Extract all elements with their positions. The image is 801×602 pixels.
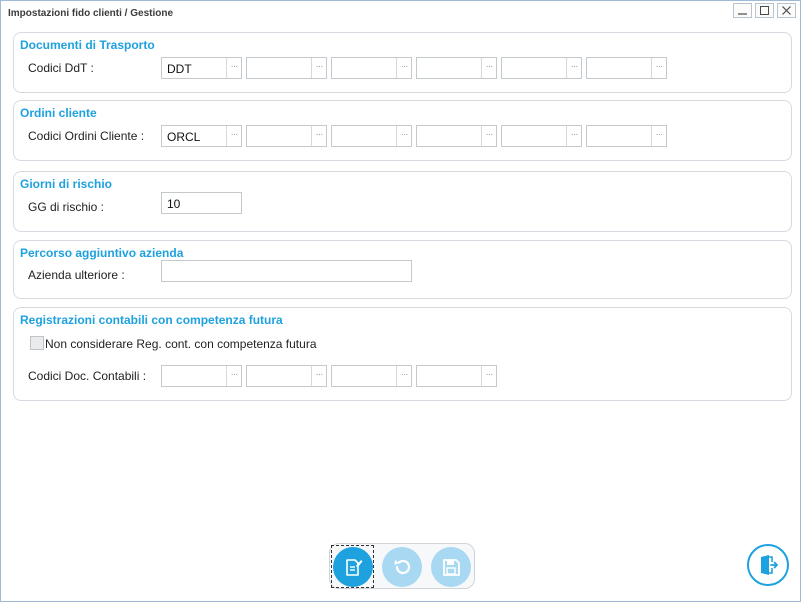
lookup-button[interactable]: ···: [651, 58, 666, 78]
order-code-value: [247, 126, 311, 146]
close-button[interactable]: [777, 3, 796, 18]
edit-document-icon: [346, 559, 363, 576]
risk-days-group-title: Giorni di rischio: [20, 177, 113, 191]
additional-company-input[interactable]: [161, 260, 412, 282]
lookup-button[interactable]: ···: [481, 366, 496, 386]
lookup-button[interactable]: ···: [226, 126, 241, 146]
accounting-code-value: [332, 366, 396, 386]
main-window: Impostazioni fido clienti / Gestione Doc…: [0, 0, 801, 602]
lookup-button[interactable]: ···: [566, 58, 581, 78]
order-code-field-5[interactable]: ···: [501, 125, 582, 147]
ignore-future-checkbox[interactable]: [30, 336, 44, 350]
lookup-button[interactable]: ···: [396, 58, 411, 78]
order-code-field-1[interactable]: ORCL ···: [161, 125, 242, 147]
minimize-icon: [738, 13, 747, 15]
ddt-code-field-2[interactable]: ···: [246, 57, 327, 79]
accounting-code-value: [417, 366, 481, 386]
orders-codes-label: Codici Ordini Cliente :: [28, 129, 145, 143]
order-code-value: [502, 126, 566, 146]
save-button[interactable]: [431, 547, 471, 587]
order-code-field-6[interactable]: ···: [586, 125, 667, 147]
orders-group: Ordini cliente Codici Ordini Cliente : O…: [13, 100, 792, 161]
minimize-button[interactable]: [733, 3, 752, 18]
close-icon: [782, 6, 791, 15]
lookup-button[interactable]: ···: [311, 366, 326, 386]
accounting-code-value: [162, 366, 226, 386]
ddt-codes-label: Codici DdT :: [28, 61, 94, 75]
lookup-button[interactable]: ···: [481, 58, 496, 78]
window-controls: [733, 3, 796, 18]
ddt-code-value: DDT: [167, 62, 192, 76]
exit-button[interactable]: [747, 544, 789, 586]
orders-group-title: Ordini cliente: [20, 106, 97, 120]
company-path-group-title: Percorso aggiuntivo azienda: [20, 246, 184, 260]
ddt-code-field-3[interactable]: ···: [331, 57, 412, 79]
order-code-field-4[interactable]: ···: [416, 125, 497, 147]
lookup-button[interactable]: ···: [396, 366, 411, 386]
undo-button[interactable]: [382, 547, 422, 587]
order-code-value: ORCL: [167, 130, 201, 144]
maximize-button[interactable]: [755, 3, 774, 18]
accounting-group: Registrazioni contabili con competenza f…: [13, 307, 792, 401]
save-icon: [443, 559, 460, 576]
lookup-button[interactable]: ···: [481, 126, 496, 146]
lookup-button[interactable]: ···: [311, 58, 326, 78]
undo-icon: [394, 559, 411, 575]
ddt-code-field-5[interactable]: ···: [501, 57, 582, 79]
lookup-button[interactable]: ···: [396, 126, 411, 146]
maximize-icon: [760, 6, 769, 15]
lookup-button[interactable]: ···: [651, 126, 666, 146]
company-path-group: Percorso aggiuntivo azienda Azienda ulte…: [13, 240, 792, 299]
ddt-code-field-4[interactable]: ···: [416, 57, 497, 79]
ddt-code-value: [587, 58, 651, 78]
ddt-code-value: [417, 58, 481, 78]
order-code-value: [417, 126, 481, 146]
order-code-value: [587, 126, 651, 146]
accounting-group-title: Registrazioni contabili con competenza f…: [20, 313, 283, 327]
title-bar[interactable]: Impostazioni fido clienti / Gestione: [1, 1, 800, 27]
ignore-future-checkbox-label[interactable]: Non considerare Reg. cont. con competenz…: [45, 337, 317, 351]
lookup-button[interactable]: ···: [566, 126, 581, 146]
accounting-code-field-2[interactable]: ···: [246, 365, 327, 387]
exit-door-icon: [761, 555, 779, 575]
risk-days-label: GG di rischio :: [28, 200, 105, 214]
ddt-group: Documenti di Trasporto Codici DdT : DDT ·…: [13, 32, 792, 93]
lookup-button[interactable]: ···: [226, 58, 241, 78]
accounting-code-field-1[interactable]: ···: [161, 365, 242, 387]
risk-days-group: Giorni di rischio GG di rischio : 10: [13, 171, 792, 232]
ddt-code-value: [502, 58, 566, 78]
risk-days-input[interactable]: 10: [161, 192, 242, 214]
order-code-value: [332, 126, 396, 146]
ddt-group-title: Documenti di Trasporto: [20, 38, 155, 52]
window-title: Impostazioni fido clienti / Gestione: [8, 8, 174, 19]
additional-company-label: Azienda ulteriore :: [28, 268, 125, 282]
action-toolbar: [329, 543, 475, 589]
lookup-button[interactable]: ···: [311, 126, 326, 146]
lookup-button[interactable]: ···: [226, 366, 241, 386]
accounting-code-field-4[interactable]: ···: [416, 365, 497, 387]
accounting-code-value: [247, 366, 311, 386]
order-code-field-2[interactable]: ···: [246, 125, 327, 147]
accounting-code-field-3[interactable]: ···: [331, 365, 412, 387]
order-code-field-3[interactable]: ···: [331, 125, 412, 147]
accounting-codes-label: Codici Doc. Contabili :: [28, 369, 147, 383]
ddt-code-value: [247, 58, 311, 78]
ddt-code-field-1[interactable]: DDT ···: [161, 57, 242, 79]
ddt-code-field-6[interactable]: ···: [586, 57, 667, 79]
edit-button[interactable]: [333, 547, 373, 587]
ddt-code-value: [332, 58, 396, 78]
